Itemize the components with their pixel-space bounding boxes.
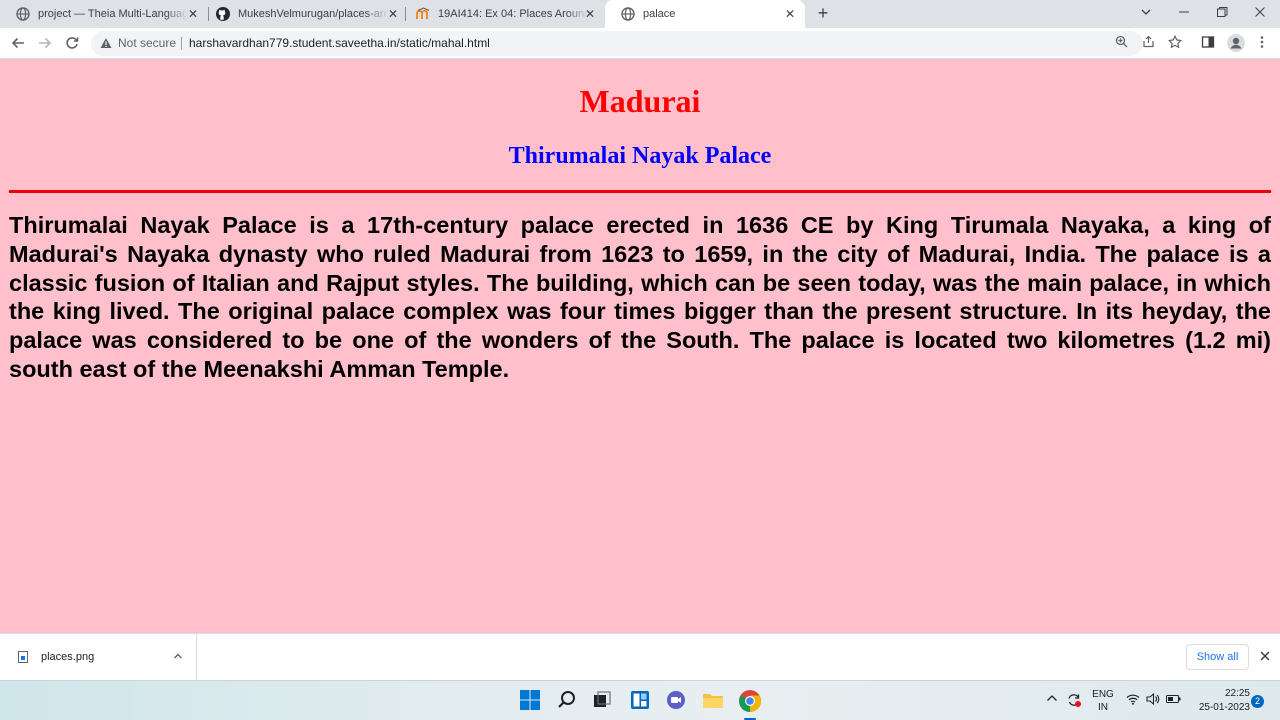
arrow-left-icon xyxy=(11,37,24,49)
more-menu-icon[interactable] xyxy=(1254,35,1270,51)
security-status[interactable]: Not secure xyxy=(118,36,176,50)
browser-toolbar: Not secure harshavardhan779.student.save… xyxy=(0,28,1280,59)
search-icon[interactable] xyxy=(556,689,580,713)
windows-taskbar: ENG IN 22:25 25-01-2023 2 xyxy=(0,680,1280,720)
share-icon[interactable] xyxy=(1140,35,1156,51)
widgets-icon[interactable] xyxy=(629,689,653,713)
download-file-name[interactable]: places.png xyxy=(41,651,94,663)
tab-palace[interactable]: palace ✕ xyxy=(605,0,805,28)
page-heading: Madurai xyxy=(579,83,701,119)
show-hidden-icons-chevron-icon[interactable] xyxy=(1046,693,1058,706)
task-view-icon[interactable] xyxy=(591,689,615,713)
clock-time: 22:25 xyxy=(1224,688,1250,699)
warning-icon[interactable] xyxy=(100,37,112,49)
wifi-icon[interactable] xyxy=(1126,693,1140,708)
side-panel-icon[interactable] xyxy=(1200,35,1216,51)
zoom-icon[interactable] xyxy=(1113,35,1129,51)
download-item[interactable]: places.png xyxy=(0,634,197,680)
back-button[interactable] xyxy=(8,33,28,53)
chat-icon[interactable] xyxy=(665,689,689,713)
horizontal-rule xyxy=(9,190,1271,193)
divider xyxy=(181,37,182,50)
tab-title: MukeshVelmurugan/places-arou xyxy=(238,8,388,20)
chrome-icon[interactable] xyxy=(738,689,762,713)
page-subheading: Thirumalai Nayak Palace xyxy=(508,143,772,169)
clock[interactable]: 22:25 25-01-2023 xyxy=(1186,687,1250,715)
language-code: ENG xyxy=(1092,689,1114,700)
close-tab-icon[interactable]: ✕ xyxy=(186,7,200,21)
show-all-button[interactable]: Show all xyxy=(1186,644,1249,670)
new-tab-button[interactable]: + xyxy=(813,4,833,24)
file-explorer-icon[interactable] xyxy=(702,689,726,713)
github-icon xyxy=(216,7,230,21)
bookmark-star-icon[interactable] xyxy=(1167,34,1183,51)
close-tab-icon[interactable]: ✕ xyxy=(783,7,797,21)
page-content: Madurai Thirumalai Nayak Palace Thirumal… xyxy=(0,59,1280,633)
battery-icon[interactable] xyxy=(1166,694,1181,707)
language-indicator[interactable]: ENG IN xyxy=(1092,688,1114,714)
close-tab-icon[interactable]: ✕ xyxy=(386,7,400,21)
forward-button[interactable] xyxy=(35,33,55,53)
region-code: IN xyxy=(1098,702,1108,713)
close-tab-icon[interactable]: ✕ xyxy=(583,7,597,21)
clock-date: 25-01-2023 xyxy=(1198,702,1250,713)
globe-icon xyxy=(621,7,635,21)
description-paragraph: Thirumalai Nayak Palace is a 17th-centur… xyxy=(9,212,1271,382)
moodle-icon xyxy=(416,7,430,19)
sync-icon[interactable] xyxy=(1066,692,1082,711)
reload-button[interactable] xyxy=(62,33,82,53)
globe-icon xyxy=(16,7,30,21)
tab-moodle[interactable]: 19AI414: Ex 04: Places Around M ✕ xyxy=(400,0,605,28)
tab-strip: project — Theia Multi-Language ✕ MukeshV… xyxy=(0,0,1280,28)
close-download-bar-icon[interactable] xyxy=(1257,648,1273,664)
chevron-up-icon[interactable] xyxy=(170,648,186,664)
arrow-right-icon xyxy=(39,37,52,49)
image-file-icon xyxy=(18,651,28,663)
windows-start-icon[interactable] xyxy=(519,689,543,713)
tab-github[interactable]: MukeshVelmurugan/places-arou ✕ xyxy=(200,0,408,28)
url-text[interactable]: harshavardhan779.student.saveetha.in/sta… xyxy=(189,36,490,50)
address-bar[interactable]: Not secure harshavardhan779.student.save… xyxy=(91,31,1154,56)
close-window-button[interactable] xyxy=(1250,4,1270,24)
tab-title: palace xyxy=(643,8,676,20)
tab-search-chevron-icon[interactable] xyxy=(1136,4,1156,24)
notification-badge[interactable]: 2 xyxy=(1251,695,1264,708)
volume-icon[interactable] xyxy=(1146,692,1160,708)
tab-title: 19AI414: Ex 04: Places Around M xyxy=(438,8,588,20)
tab-project-theia[interactable]: project — Theia Multi-Language ✕ xyxy=(0,0,208,28)
profile-avatar-icon[interactable] xyxy=(1226,33,1246,53)
reload-icon xyxy=(66,37,79,49)
minimize-button[interactable] xyxy=(1174,4,1194,24)
tab-title: project — Theia Multi-Language xyxy=(38,8,188,20)
download-bar: places.png Show all xyxy=(0,633,1280,680)
restore-button[interactable] xyxy=(1212,4,1232,24)
